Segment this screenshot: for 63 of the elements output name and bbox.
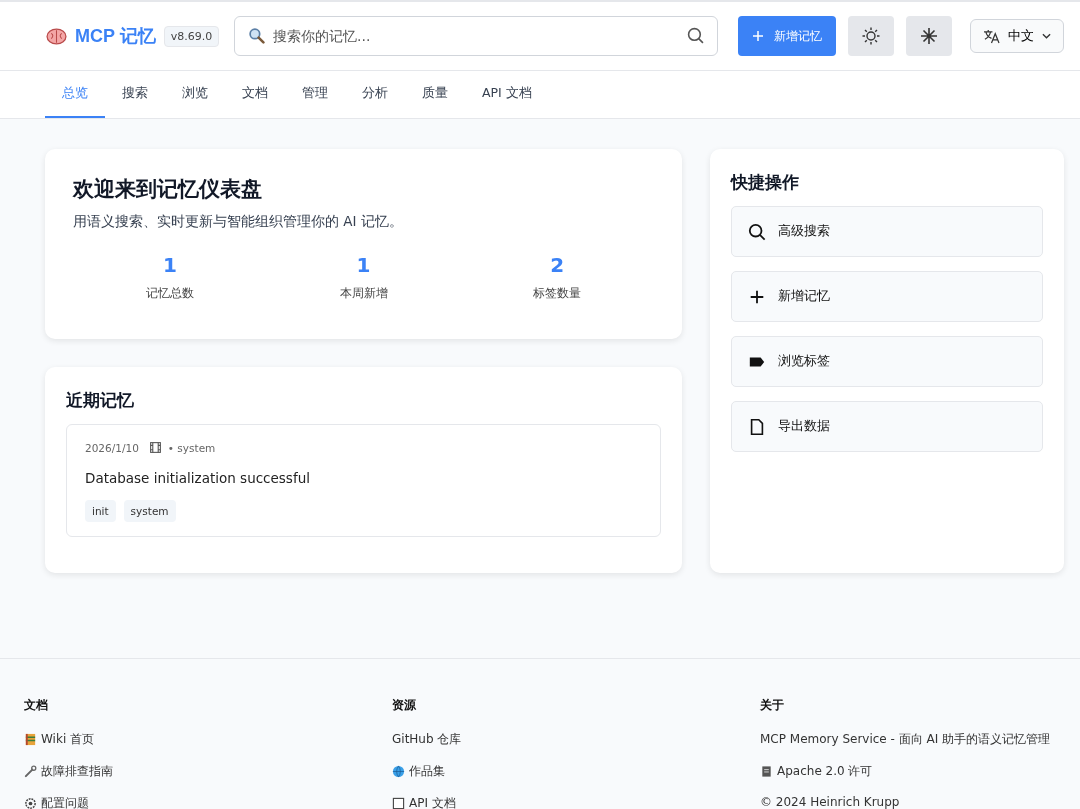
welcome-subtitle: 用语义搜索、实时更新与智能组织管理你的 AI 记忆。 (73, 213, 404, 231)
sun-icon (861, 26, 881, 46)
memory-date: 2026/1/10 (85, 441, 139, 454)
footer-heading: 文档 (24, 697, 48, 714)
globe-icon (392, 765, 405, 778)
quick-action-button[interactable]: 新增记忆 (731, 271, 1043, 322)
memory-tag[interactable]: system (123, 500, 176, 522)
nav-tab[interactable]: 质量 (405, 71, 465, 118)
footer-link[interactable]: Apache 2.0 许可 (760, 763, 873, 780)
quick-action-button[interactable]: 导出数据 (731, 401, 1043, 452)
translate-icon (983, 28, 1000, 44)
quick-action-button[interactable]: 浏览标签 (731, 336, 1043, 387)
magnifier-icon (248, 27, 265, 44)
nav-tab[interactable]: 总览 (45, 71, 105, 118)
nav-tab[interactable]: 管理 (285, 71, 345, 118)
add-memory-button[interactable]: 新增记忆 (738, 16, 836, 56)
footer-text: © 2024 Heinrich Krupp (760, 795, 900, 809)
recent-title: 近期记忆 (66, 389, 135, 412)
nav-tab[interactable]: 文档 (225, 71, 285, 118)
app-title: MCP 记忆 (75, 25, 156, 48)
footer-link[interactable]: GitHub 仓库 (392, 731, 462, 748)
memory-content: Database initialization successful (85, 470, 311, 486)
version-badge: v8.69.0 (163, 25, 220, 47)
footer-link[interactable]: 作品集 (392, 763, 445, 780)
gear-icon (24, 797, 37, 809)
welcome-title: 欢迎来到记忆仪表盘 (73, 176, 263, 203)
footer-heading: 关于 (760, 697, 784, 714)
stat-value: 1 (356, 253, 371, 277)
search-icon[interactable] (687, 27, 704, 44)
nav-tab[interactable]: 搜索 (105, 71, 165, 118)
document-icon (760, 765, 773, 778)
nav-tab[interactable]: 分析 (345, 71, 405, 118)
footer-link[interactable]: 故障排查指南 (24, 763, 113, 780)
stat-label: 记忆总数 (145, 285, 194, 302)
stat-value: 1 (162, 253, 177, 277)
footer-text: MCP Memory Service - 面向 AI 助手的语义记忆管理 (760, 731, 1051, 748)
quick-action-button[interactable]: 高级搜索 (731, 206, 1043, 257)
stat-value: 2 (550, 253, 565, 277)
asterisk-icon (919, 26, 939, 46)
footer-link[interactable]: API 文档 (392, 795, 456, 809)
language-select[interactable]: 中文 (970, 19, 1064, 53)
plus-icon (752, 30, 764, 42)
film-icon (148, 441, 162, 454)
file-icon (748, 417, 766, 436)
search-icon (748, 222, 766, 241)
wrench-icon (24, 765, 37, 778)
stat-label: 标签数量 (533, 285, 582, 302)
footer-link[interactable]: Wiki 首页 (24, 731, 95, 748)
brain-icon (46, 27, 67, 45)
footer-heading: 资源 (392, 697, 416, 714)
memory-tag[interactable]: init (85, 500, 116, 522)
chevron-down-icon (1042, 33, 1051, 39)
theme-toggle-button[interactable] (848, 16, 894, 56)
stat-label: 本周新增 (339, 285, 388, 302)
search-field[interactable]: 搜索你的记忆... (234, 16, 718, 56)
quick-actions-title: 快捷操作 (731, 171, 800, 194)
nav-tab[interactable]: 浏览 (165, 71, 225, 118)
memory-source: • system (167, 441, 216, 454)
memory-item[interactable]: 2026/1/10 • system Database initialization successful init system (66, 424, 661, 537)
sparkle-button[interactable] (906, 16, 952, 56)
nav-tab[interactable]: API 文档 (465, 71, 549, 118)
books-icon (24, 733, 37, 746)
footer-link[interactable]: 配置问题 (24, 795, 89, 809)
